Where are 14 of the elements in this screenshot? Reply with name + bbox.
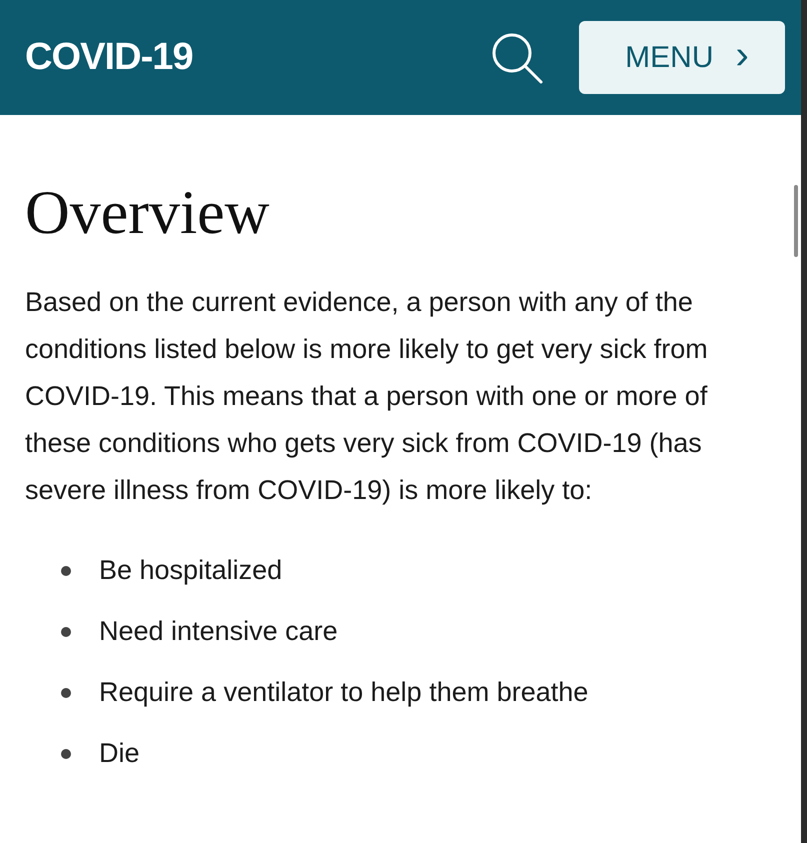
page-heading: Overview xyxy=(25,178,270,249)
list-item: Need intensive care xyxy=(99,615,338,648)
list-item: Be hospitalized xyxy=(99,554,282,588)
bullet-icon xyxy=(61,748,71,758)
bullet-icon xyxy=(61,688,71,698)
bullet-icon xyxy=(61,626,71,636)
search-icon xyxy=(490,30,544,84)
scrollbar[interactable] xyxy=(794,185,798,257)
list-item: Require a ventilator to help them breathe xyxy=(99,676,588,710)
intro-paragraph: Based on the current evidence, a person with any of the conditions listed below is more likely to get very sick from COVID-19. This means that a person with one or more of these conditions who gets very sick from COVID-19 (has severe illness from COVID-19) is more likely to: xyxy=(25,286,709,507)
bullet-icon xyxy=(61,566,71,576)
list-item: Die xyxy=(99,737,140,770)
site-title: COVID-19 xyxy=(25,35,193,80)
menu-button[interactable]: MENU › xyxy=(579,21,785,94)
